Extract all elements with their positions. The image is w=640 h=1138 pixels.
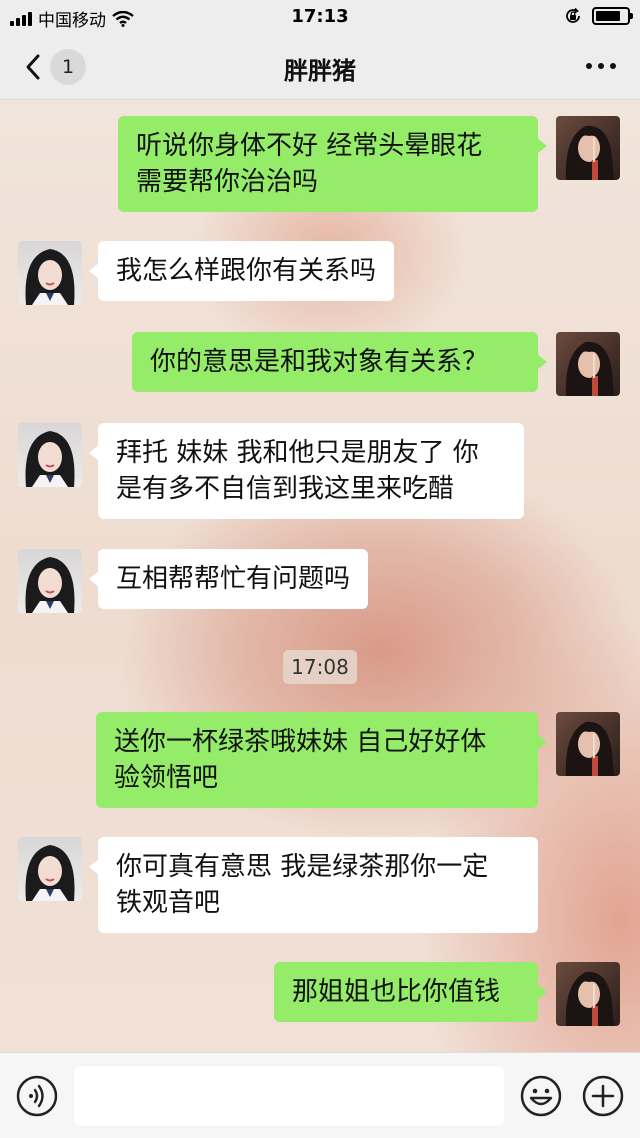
my-avatar[interactable] xyxy=(556,712,620,776)
message-line: 听说你身体不好 经常头晕眼花 xyxy=(136,131,483,161)
rotation-lock-icon xyxy=(566,7,580,23)
plus-icon[interactable] xyxy=(582,1075,624,1117)
message-line: 需要帮你治治吗 xyxy=(136,167,319,197)
message-line: 铁观音吧 xyxy=(116,888,221,918)
chat-header: 1 胖胖猪 xyxy=(0,34,640,100)
contact-avatar[interactable] xyxy=(18,837,82,901)
received-message-bubble[interactable]: 我怎么样跟你有关系吗 xyxy=(88,241,395,301)
status-right xyxy=(564,7,633,25)
my-avatar[interactable] xyxy=(556,116,620,180)
message-line: 拜托 妹妹 我和他只是朋友了 你 xyxy=(116,438,479,468)
message-line: 送你一杯绿茶哦妹妹 自己好好体 xyxy=(114,727,487,757)
sent-message-bubble[interactable]: 那姐姐也比你值钱 xyxy=(274,962,547,1022)
battery-icon xyxy=(592,7,633,25)
time-divider: 17:08 xyxy=(283,650,357,684)
emoji-icon[interactable] xyxy=(520,1075,562,1117)
message-input[interactable] xyxy=(74,1066,504,1126)
sent-message-bubble[interactable]: 送你一杯绿茶哦妹妹 自己好好体 验领悟吧 xyxy=(96,712,547,808)
received-message-bubble[interactable]: 你可真有意思 我是绿茶那你一定 铁观音吧 xyxy=(89,837,538,933)
contact-avatar[interactable] xyxy=(18,241,82,305)
message-line: 你可真有意思 我是绿茶那你一定 xyxy=(116,852,489,882)
status-time: 17:13 xyxy=(291,6,349,27)
voice-icon[interactable] xyxy=(16,1075,58,1117)
chat-title: 胖胖猪 xyxy=(284,57,356,85)
contact-avatar[interactable] xyxy=(18,423,82,487)
my-avatar[interactable] xyxy=(556,332,620,396)
contact-avatar[interactable] xyxy=(18,549,82,613)
sent-message-bubble[interactable]: 你的意思是和我对象有关系？ xyxy=(132,332,547,392)
status-bar: 中国移动 17:13 xyxy=(0,0,640,34)
message-list[interactable]: 听说你身体不好 经常头晕眼花 需要帮你治治吗 我怎么样跟你有关系吗 你的意思是和… xyxy=(0,100,640,1052)
sent-message-bubble[interactable]: 听说你身体不好 经常头晕眼花 需要帮你治治吗 xyxy=(118,116,547,212)
message-line: 你的意思是和我对象有关系？ xyxy=(150,347,489,377)
received-message-bubble[interactable]: 互相帮帮忙有问题吗 xyxy=(88,549,369,609)
message-line: 那姐姐也比你值钱 xyxy=(292,977,501,1007)
input-bar xyxy=(0,1052,640,1138)
message-line: 验领悟吧 xyxy=(114,763,219,793)
received-message-bubble[interactable]: 拜托 妹妹 我和他只是朋友了 你 是有多不自信到我这里来吃醋 xyxy=(89,423,524,519)
my-avatar[interactable] xyxy=(556,962,620,1026)
message-line: 互相帮帮忙有问题吗 xyxy=(116,564,351,594)
more-dots-icon[interactable] xyxy=(576,56,616,76)
message-line: 我怎么样跟你有关系吗 xyxy=(116,256,377,286)
message-line: 是有多不自信到我这里来吃醋 xyxy=(116,474,455,504)
